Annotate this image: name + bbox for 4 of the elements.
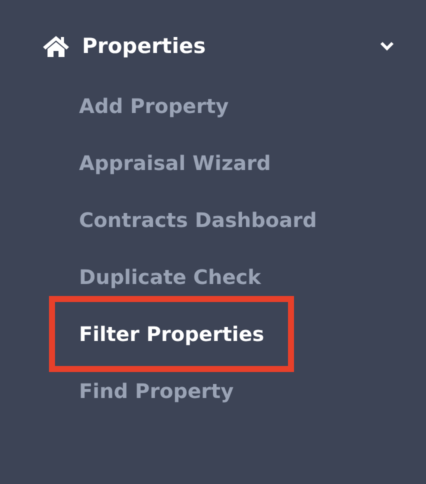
home-icon — [42, 34, 70, 58]
menu-item[interactable]: Filter Properties — [49, 296, 294, 372]
properties-menu-header[interactable]: Properties — [42, 28, 394, 64]
chevron-icon — [380, 41, 394, 51]
